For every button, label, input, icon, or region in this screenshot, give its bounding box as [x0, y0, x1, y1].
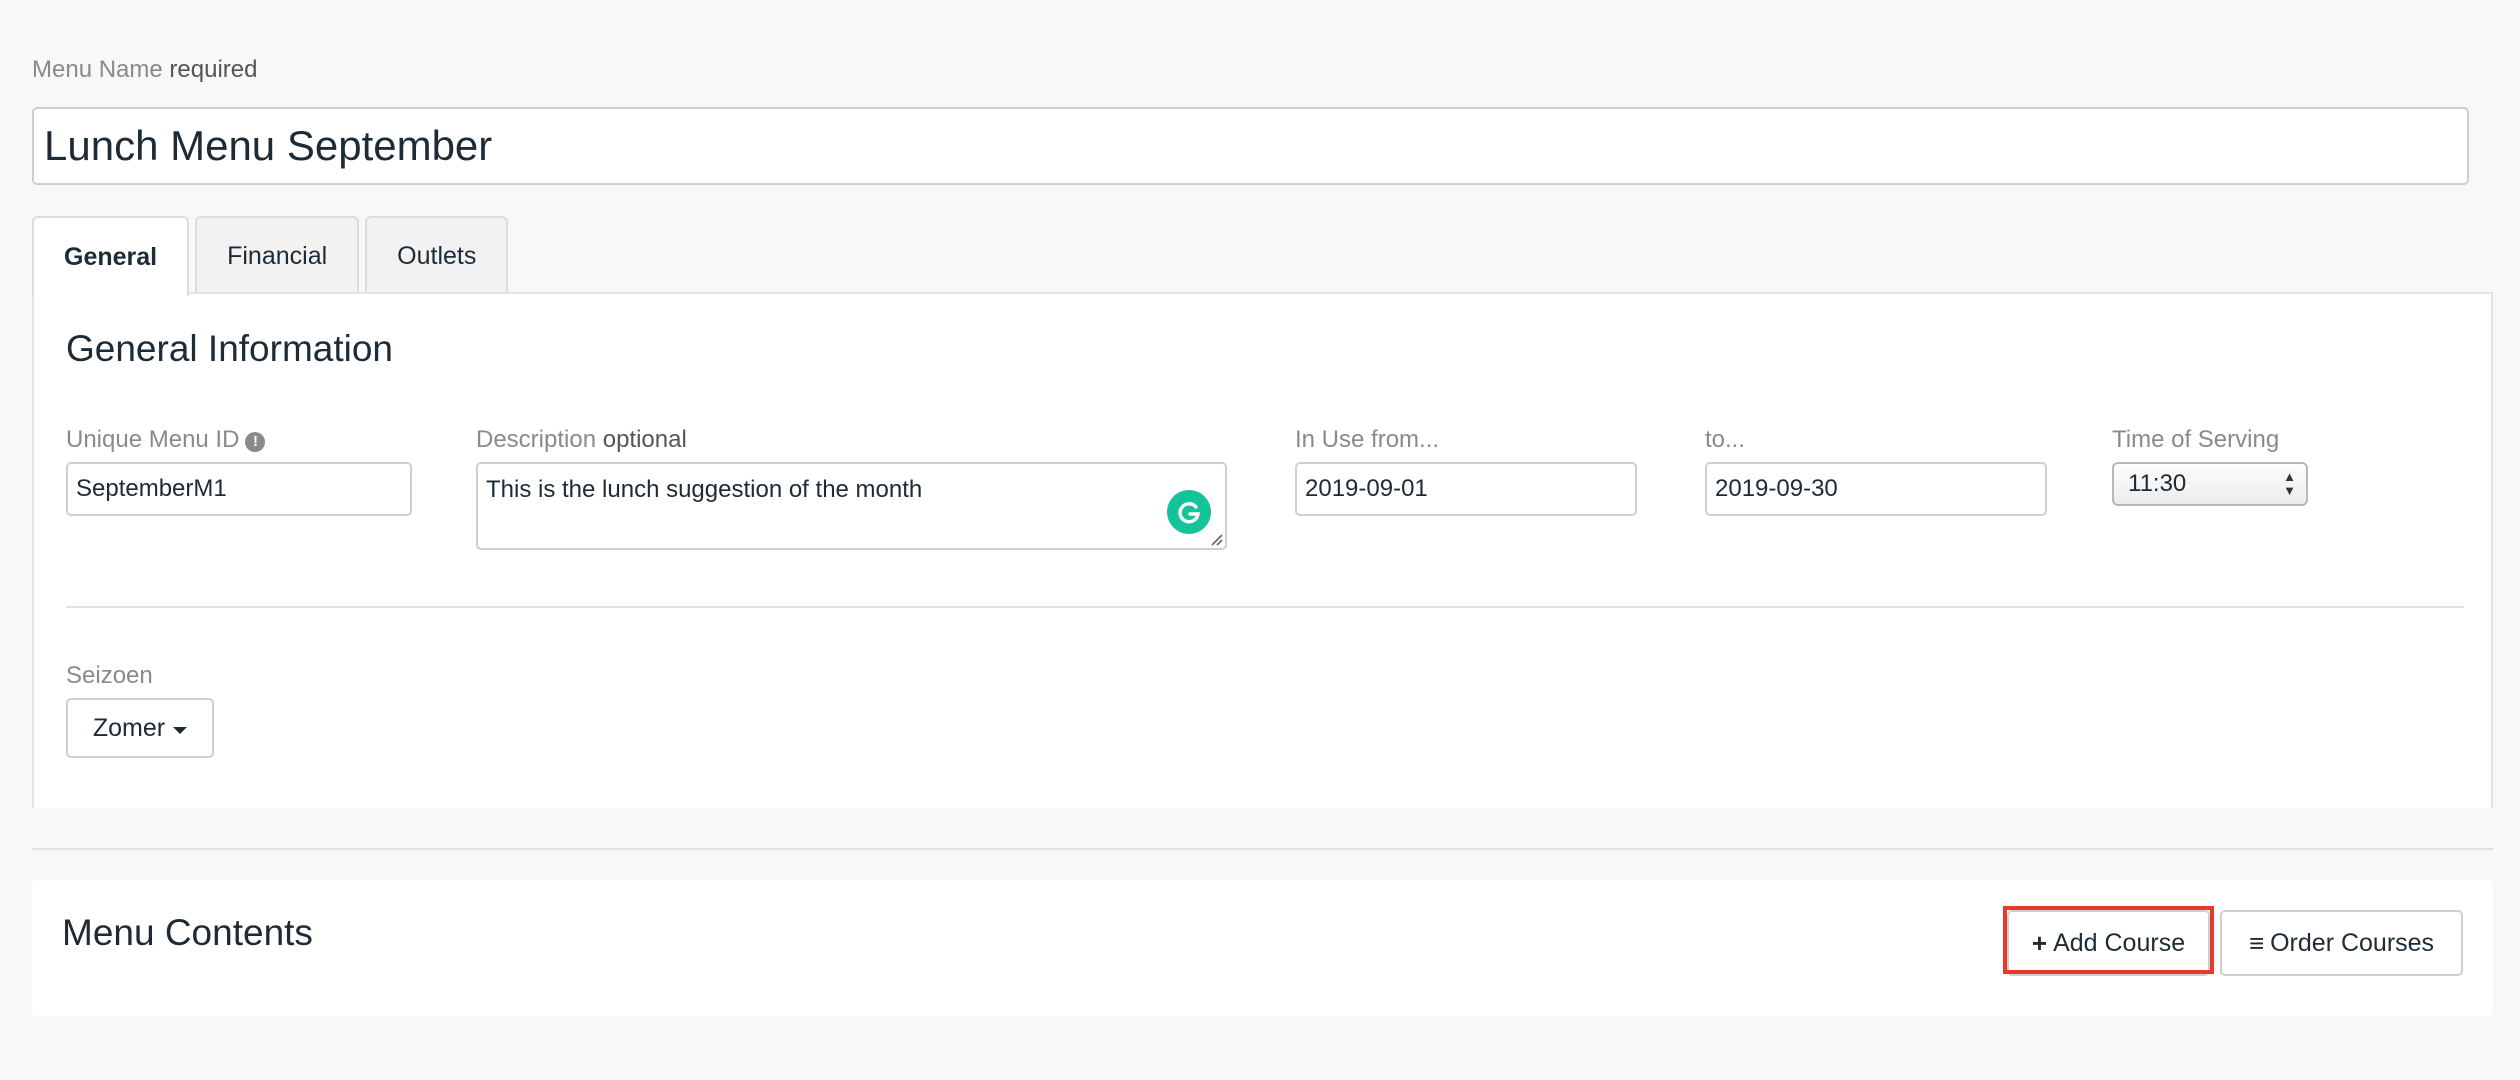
section-divider — [66, 606, 2464, 608]
description-text: This is the lunch suggestion of the mont… — [486, 476, 923, 503]
menu-contents-title: Menu Contents — [62, 912, 313, 953]
unique-menu-id-label: Unique Menu ID! — [66, 426, 266, 454]
plus-icon: + — [2031, 927, 2048, 958]
add-course-button[interactable]: + Add Course — [2007, 910, 2210, 976]
tab-financial[interactable]: Financial — [195, 216, 360, 294]
description-label-text: Description — [476, 426, 597, 453]
time-of-serving-value: 11:30 — [2128, 470, 2187, 497]
in-use-from-input[interactable] — [1295, 462, 1637, 516]
menu-name-input[interactable] — [32, 107, 2469, 185]
optional-label: optional — [602, 426, 687, 453]
time-of-serving-label: Time of Serving — [2112, 426, 2280, 453]
bars-icon: ≡ — [2248, 927, 2265, 958]
unique-menu-id-label-text: Unique Menu ID — [66, 426, 240, 453]
tab-general[interactable]: General — [32, 216, 190, 296]
order-courses-label: Order Courses — [2270, 928, 2435, 957]
order-courses-button[interactable]: ≡ Order Courses — [2220, 910, 2463, 976]
resize-handle-icon[interactable] — [1209, 532, 1223, 546]
select-arrows-icon: ▲ ▼ — [2283, 469, 2296, 498]
add-course-label: Add Course — [2053, 928, 2186, 957]
to-input[interactable] — [1705, 462, 2047, 516]
season-value: Zomer — [92, 713, 166, 742]
info-icon: ! — [245, 432, 266, 452]
in-use-from-label: In Use from... — [1295, 426, 1440, 453]
caret-down-icon — [173, 726, 188, 734]
grammarly-icon[interactable] — [1167, 490, 1211, 534]
required-label: required — [169, 56, 258, 83]
menu-name-label: Menu Name required — [32, 56, 257, 84]
description-textarea[interactable]: This is the lunch suggestion of the mont… — [476, 462, 1227, 550]
menu-name-label-text: Menu Name — [32, 56, 163, 83]
season-dropdown[interactable]: Zomer — [66, 698, 214, 758]
season-label: Seizoen — [66, 662, 153, 689]
page-divider — [32, 848, 2493, 850]
to-label: to... — [1705, 426, 1746, 453]
tab-outlets[interactable]: Outlets — [365, 216, 509, 294]
unique-menu-id-input[interactable] — [66, 462, 412, 516]
tab-bar: General Financial Outlets — [32, 216, 514, 296]
general-information-title: General Information — [66, 328, 394, 369]
description-label: Description optional — [476, 426, 687, 454]
time-of-serving-select[interactable]: 11:30 ▲ ▼ — [2112, 462, 2308, 506]
general-tab-panel: General Information Unique Menu ID! Desc… — [32, 292, 2493, 808]
